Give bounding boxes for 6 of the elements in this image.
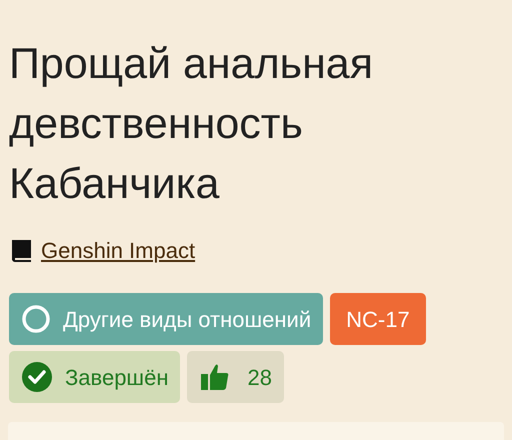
likes-badge[interactable]: 28 [187,351,284,403]
direction-badge[interactable]: Другие виды отношений [9,293,324,345]
work-title: Прощай анальная девственность Кабанчика [9,39,374,210]
fandom-link[interactable]: Genshin Impact [41,234,196,267]
status-badge: Завершён [9,351,180,403]
rating-badge[interactable]: NC-17 [330,293,426,345]
